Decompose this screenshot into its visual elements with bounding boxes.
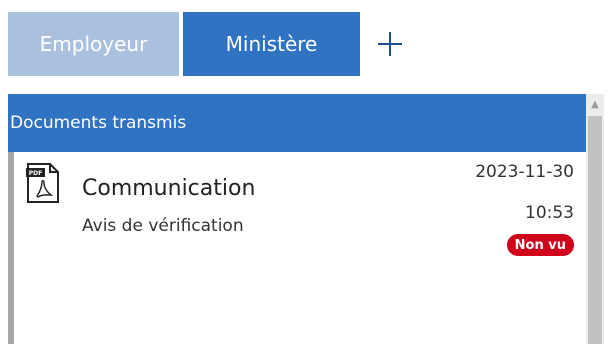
- plus-icon: [378, 32, 402, 56]
- scroll-up-arrow-icon[interactable]: ▲: [586, 94, 604, 114]
- document-list-item[interactable]: PDF Communication Avis de vérification 2…: [14, 152, 586, 344]
- document-title: Communication: [82, 176, 256, 201]
- pdf-file-icon: PDF: [26, 163, 59, 203]
- tab-ministere[interactable]: Ministère: [183, 12, 360, 76]
- tab-ministere-label: Ministère: [225, 32, 318, 56]
- scrollbar-thumb[interactable]: [588, 116, 602, 344]
- panel-title: Documents transmis: [10, 113, 187, 133]
- vertical-scrollbar[interactable]: ▲: [586, 94, 604, 344]
- tab-employeur-label: Employeur: [39, 32, 148, 56]
- tab-employeur[interactable]: Employeur: [8, 12, 179, 76]
- document-subtitle: Avis de vérification: [82, 216, 244, 236]
- documents-panel: Documents transmis PDF Communication Avi…: [8, 94, 586, 344]
- tab-bar: Employeur Ministère: [8, 12, 609, 76]
- panel-header: Documents transmis: [8, 94, 586, 152]
- document-time: 10:53: [525, 203, 574, 223]
- add-tab-button[interactable]: [360, 12, 420, 76]
- document-date: 2023-11-30: [475, 162, 574, 182]
- status-badge: Non vu: [506, 234, 574, 256]
- svg-text:PDF: PDF: [29, 170, 42, 177]
